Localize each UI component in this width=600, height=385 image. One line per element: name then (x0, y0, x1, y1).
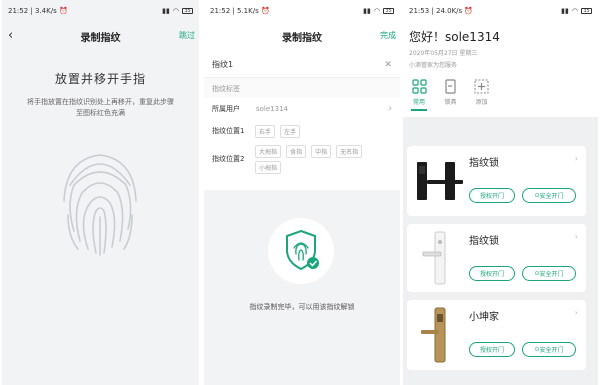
lock-name: 指纹锁 (469, 158, 499, 169)
lock-card[interactable]: 小坤家 › 授权开门 ⊙ 安全开门 (407, 300, 586, 370)
greeting-text: 您好！sole1314 (409, 30, 500, 44)
signal-icon: ▮▮ (162, 7, 170, 15)
instruction-heading: 放置并移开手指 (54, 72, 146, 86)
screen-record-fingerprint-start: 21:52 | 3.4K/s ⏰ ▮▮ ◠ 35 ‹ 录制指纹 跳过 放置并移开手指… (2, 0, 199, 385)
tab-label: 锁具 (444, 99, 457, 106)
chevron-right-icon: › (574, 308, 578, 317)
nav-bar: ‹ 录制指纹 跳过 (2, 22, 199, 50)
status-time: 21:52 (8, 7, 29, 15)
lock-icon (445, 79, 456, 94)
chevron-right-icon: › (574, 232, 578, 241)
clear-icon[interactable]: ✕ (384, 60, 392, 70)
signal-icon: ▮▮ (363, 7, 371, 15)
alarm-icon: ⏰ (58, 7, 68, 15)
owner-user-row[interactable]: 所属用户 sole1314 › (204, 98, 400, 120)
status-time: 21:53 (409, 7, 430, 15)
wifi-icon: ◠ (373, 7, 380, 15)
success-badge (268, 218, 334, 284)
position1-label: 指纹位置1 (212, 127, 245, 135)
greeting-header: 您好！sole1314 2020年05月27日 星期三 小滴管家为您服务 常用 … (403, 22, 598, 117)
nav-bar: 录制指纹 完成 (204, 22, 400, 50)
lock-name: 指纹锁 (469, 236, 499, 247)
grid-icon (411, 79, 427, 94)
page-title: 录制指纹 (80, 32, 121, 44)
option-chip[interactable]: 食指 (286, 144, 307, 158)
authorize-open-button[interactable]: 授权开门 (469, 188, 515, 203)
fingerprint-lock-image (417, 162, 463, 200)
alarm-icon: ⏰ (260, 7, 270, 15)
alarm-icon: ⏰ (464, 7, 474, 15)
tab-common[interactable]: 常用 (411, 79, 427, 111)
screen-record-fingerprint-done: 21:52 | 5.1K/s ⏰ ▮▮ ◠ 35 录制指纹 完成 指纹1 ✕ 指纹标… (204, 0, 400, 385)
status-bar: 21:52 | 3.4K/s ⏰ ▮▮ ◠ 35 (2, 0, 199, 22)
lock-card[interactable]: 指纹锁 › 授权开门 ⊙ 安全开门 (407, 146, 586, 216)
tab-indicator (411, 109, 427, 111)
owner-user-value: sole1314 (256, 105, 288, 113)
wifi-icon: ◠ (172, 7, 179, 15)
position1-row: 指纹位置1 右手 左手 (204, 120, 400, 142)
tab-locks[interactable]: 锁具 (443, 79, 458, 111)
position2-row: 指纹位置2 大拇指 食指 中指 无名指 小拇指 (204, 142, 400, 176)
status-bar: 21:52 | 5.1K/s ⏰ ▮▮ ◠ 35 (204, 0, 400, 22)
fingerprint-name-field[interactable]: 指纹1 ✕ (204, 52, 400, 78)
secure-open-label: 安全开门 (539, 347, 564, 354)
tab-bar: 常用 锁具 添加 (409, 79, 592, 111)
status-time: 21:52 (210, 7, 231, 15)
authorize-open-button[interactable]: 授权开门 (469, 342, 515, 357)
tab-add[interactable]: 添加 (474, 79, 489, 111)
add-icon (474, 79, 489, 94)
position2-label: 指纹位置2 (212, 155, 245, 163)
option-chip[interactable]: 大拇指 (255, 144, 282, 158)
date-text: 2020年05月27日 星期三 (409, 50, 478, 57)
status-speed: 3.4K/s (35, 7, 57, 15)
lock-card[interactable]: 指纹锁 › 授权开门 ⊙ 安全开门 (407, 224, 586, 292)
secure-open-label: 安全开门 (539, 193, 564, 200)
chevron-right-icon: › (574, 154, 578, 163)
battery-icon: 35 (383, 8, 394, 14)
status-bar: 21:53 | 24.0K/s ⏰ ▮▮ ◠ 35 (403, 0, 598, 22)
battery-icon: 35 (182, 8, 193, 14)
secure-open-label: 安全开门 (539, 271, 564, 278)
fingerprint-name-value: 指纹1 (212, 60, 234, 69)
chevron-right-icon: › (388, 104, 392, 114)
page-title: 录制指纹 (282, 32, 322, 44)
done-button[interactable]: 完成 (380, 30, 396, 41)
skip-button[interactable]: 跳过 (179, 30, 195, 41)
option-chip[interactable]: 右手 (255, 124, 276, 138)
authorize-open-button[interactable]: 授权开门 (469, 266, 515, 281)
option-chip[interactable]: 左手 (280, 124, 301, 138)
owner-user-label: 所属用户 (212, 105, 240, 113)
shield-fingerprint-icon (286, 229, 319, 271)
battery-icon: 35 (581, 8, 592, 14)
wifi-icon: ◠ (571, 7, 578, 15)
secure-open-button[interactable]: ⊙ 安全开门 (522, 266, 576, 281)
status-speed: 24.0K/s (436, 7, 463, 15)
success-area: 指纹录制完毕，可以用该指纹解锁 (204, 190, 400, 385)
lock-name: 小坤家 (469, 312, 499, 323)
subtitle-text: 小滴管家为您服务 (409, 62, 458, 69)
section-label: 指纹标签 (204, 78, 400, 98)
instruction-description: 将手指放置在指纹识别处上再移开，重复此步骤至图标红色充满 (27, 98, 174, 117)
option-chip[interactable]: 小拇指 (255, 160, 282, 174)
status-speed: 5.1K/s (237, 7, 259, 15)
fingerprint-icon (63, 154, 137, 256)
screen-home: 21:53 | 24.0K/s ⏰ ▮▮ ◠ 35 您好！sole1314 2020… (403, 0, 598, 385)
secure-open-button[interactable]: ⊙ 安全开门 (522, 342, 576, 357)
tab-label: 常用 (412, 99, 425, 106)
secure-open-button[interactable]: ⊙ 安全开门 (522, 188, 576, 203)
tab-label: 添加 (475, 99, 488, 106)
signal-icon: ▮▮ (561, 7, 569, 15)
back-icon[interactable]: ‹ (8, 28, 13, 43)
done-message: 指纹录制完毕，可以用该指纹解锁 (249, 303, 355, 311)
fingerprint-lock-image (422, 231, 446, 285)
option-chip[interactable]: 无名指 (336, 144, 363, 158)
fingerprint-lock-image (421, 307, 446, 363)
option-chip[interactable]: 中指 (311, 144, 332, 158)
